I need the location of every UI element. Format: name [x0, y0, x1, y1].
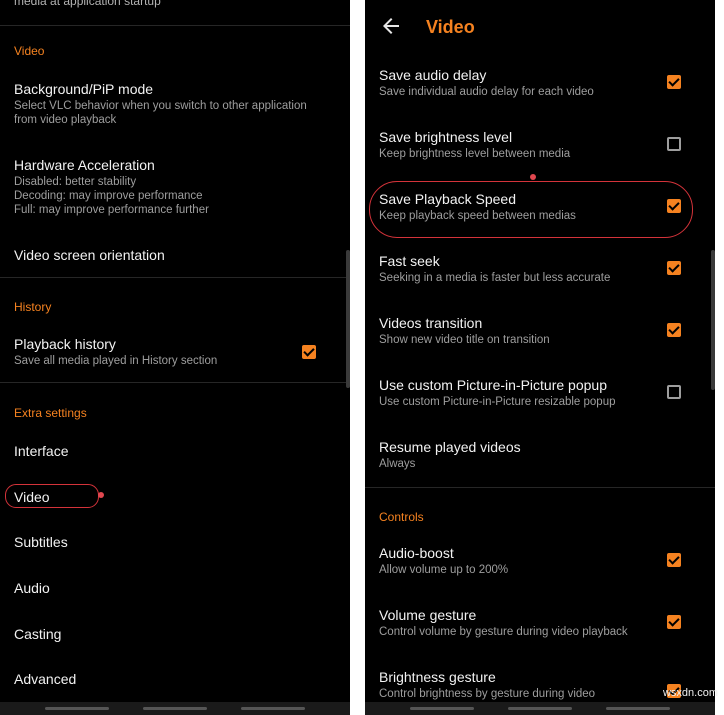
extra-item-interface[interactable]: Interface: [14, 443, 68, 459]
setting-title: Use custom Picture-in-Picture popup: [379, 377, 607, 393]
navigation-bar: [0, 702, 350, 715]
setting-custom-pip-popup[interactable]: Use custom Picture-in-Picture popup Use …: [365, 368, 710, 430]
playback-history-checkbox[interactable]: [302, 345, 316, 359]
nav-pill[interactable]: [143, 707, 207, 710]
section-title-video: Video: [14, 44, 45, 58]
setting-subtitle: Use custom Picture-in-Picture resizable …: [379, 396, 616, 408]
setting-title: Audio-boost: [379, 545, 454, 561]
navigation-bar: [365, 702, 715, 715]
setting-subtitle: Save individual audio delay for each vid…: [379, 86, 594, 98]
section-title-history: History: [14, 300, 52, 314]
divider: [0, 382, 350, 383]
nav-pill[interactable]: [410, 707, 474, 710]
setting-subtitle: Allow volume up to 200%: [379, 564, 509, 576]
setting-title: Videos transition: [379, 315, 483, 331]
setting-title: Playback history: [14, 336, 116, 352]
setting-subtitle: Seeking in a media is faster but less ac…: [379, 272, 611, 284]
setting-fast-seek[interactable]: Fast seek Seeking in a media is faster b…: [365, 244, 710, 306]
annotation-dot: [98, 492, 104, 498]
setting-audio-boost[interactable]: Audio-boost Allow volume up to 200%: [365, 536, 710, 598]
setting-videos-transition[interactable]: Videos transition Show new video title o…: [365, 306, 710, 368]
setting-video-screen-orientation[interactable]: Video screen orientation: [0, 236, 345, 276]
setting-subtitle: Full: may improve performance further: [14, 204, 209, 216]
section-title-controls: Controls: [379, 510, 424, 524]
setting-title: Hardware Acceleration: [14, 157, 155, 173]
extra-item-audio[interactable]: Audio: [14, 580, 50, 596]
setting-subtitle: Disabled: better stability: [14, 176, 137, 188]
setting-title: Video screen orientation: [14, 247, 165, 263]
setting-subtitle: Keep brightness level between media: [379, 148, 571, 160]
right-video-settings-panel: Video Save audio delay Save individual a…: [365, 0, 715, 715]
left-settings-panel: media at application startup Video Backg…: [0, 0, 350, 715]
divider: [0, 277, 350, 278]
annotation-dot: [530, 174, 536, 180]
setting-playback-history[interactable]: Playback history Save all media played i…: [0, 326, 345, 376]
extra-item-advanced[interactable]: Advanced: [14, 671, 76, 687]
setting-title: Brightness gesture: [379, 669, 496, 685]
scrollbar[interactable]: [346, 250, 350, 388]
setting-title: Volume gesture: [379, 607, 477, 623]
setting-save-brightness-level[interactable]: Save brightness level Keep brightness le…: [365, 120, 710, 182]
videos-transition-checkbox[interactable]: [667, 323, 681, 337]
setting-title: Save brightness level: [379, 129, 513, 145]
section-title-extra-settings: Extra settings: [14, 406, 87, 420]
setting-title: Fast seek: [379, 253, 440, 269]
setting-subtitle: Control brightness by gesture during vid…: [379, 688, 596, 700]
setting-title: Background/PiP mode: [14, 81, 154, 97]
setting-subtitle: Select VLC behavior when you switch to o…: [14, 100, 307, 112]
setting-hardware-acceleration[interactable]: Hardware Acceleration Disabled: better s…: [0, 146, 345, 228]
setting-background-pip[interactable]: Background/PiP mode Select VLC behavior …: [0, 70, 345, 136]
setting-subtitle: Decoding: may improve performance: [14, 190, 203, 202]
save-brightness-level-checkbox[interactable]: [667, 137, 681, 151]
setting-save-audio-delay[interactable]: Save audio delay Save individual audio d…: [365, 58, 710, 120]
nav-pill[interactable]: [508, 707, 572, 710]
setting-title: Resume played videos: [379, 439, 521, 455]
setting-subtitle: Always: [379, 458, 416, 470]
truncated-setting-subtitle: media at application startup: [14, 0, 161, 8]
divider: [0, 25, 350, 26]
divider: [365, 487, 715, 488]
setting-save-playback-speed[interactable]: Save Playback Speed Keep playback speed …: [365, 182, 710, 244]
extra-item-subtitles[interactable]: Subtitles: [14, 534, 68, 550]
setting-subtitle: from video playback: [14, 114, 117, 126]
volume-gesture-checkbox[interactable]: [667, 615, 681, 629]
nav-pill[interactable]: [45, 707, 109, 710]
nav-pill[interactable]: [606, 707, 670, 710]
audio-boost-checkbox[interactable]: [667, 553, 681, 567]
setting-title: Save Playback Speed: [379, 191, 516, 207]
page-title: Video: [426, 17, 475, 37]
setting-subtitle: Save all media played in History section: [14, 355, 218, 367]
extra-item-casting[interactable]: Casting: [14, 626, 61, 642]
setting-subtitle: Show new video title on transition: [379, 334, 550, 346]
custom-pip-popup-checkbox[interactable]: [667, 385, 681, 399]
scrollbar[interactable]: [711, 250, 715, 390]
setting-subtitle: Control volume by gesture during video p…: [379, 626, 628, 638]
fast-seek-checkbox[interactable]: [667, 261, 681, 275]
setting-subtitle: Keep playback speed between medias: [379, 210, 576, 222]
nav-pill[interactable]: [241, 707, 305, 710]
setting-resume-played-videos[interactable]: Resume played videos Always: [365, 430, 710, 486]
watermark: wsxdn.com: [662, 687, 718, 699]
setting-volume-gesture[interactable]: Volume gesture Control volume by gesture…: [365, 598, 710, 660]
save-playback-speed-checkbox[interactable]: [667, 199, 681, 213]
arrow-left-icon[interactable]: [379, 14, 403, 38]
setting-title: Save audio delay: [379, 67, 487, 83]
save-audio-delay-checkbox[interactable]: [667, 75, 681, 89]
extra-item-video[interactable]: Video: [14, 489, 50, 505]
